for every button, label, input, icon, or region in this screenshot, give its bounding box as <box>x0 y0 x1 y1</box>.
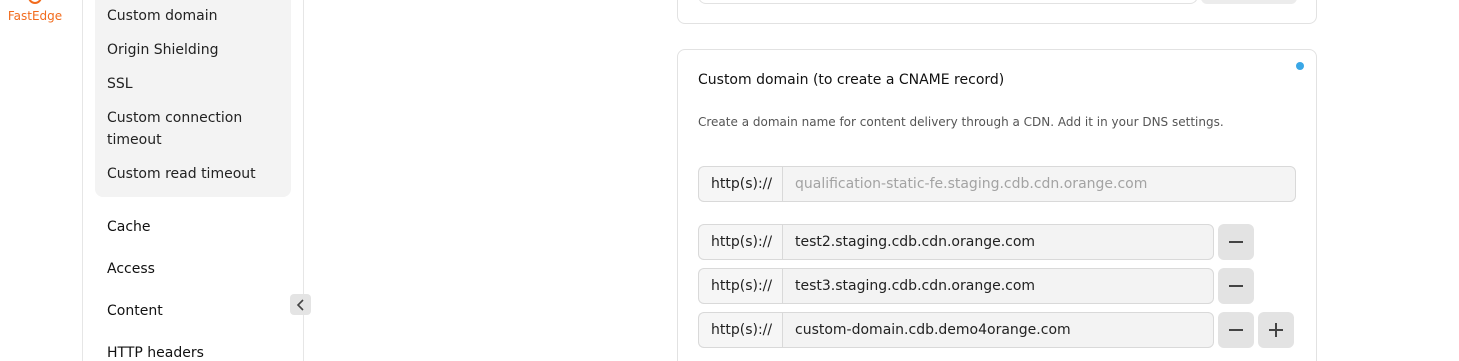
domain-input[interactable]: custom-domain.cdb.demo4orange.com <box>782 312 1214 348</box>
fastedge-icon[interactable] <box>28 0 42 4</box>
custom-domain-card: Custom domain (to create a CNAME record)… <box>677 49 1317 361</box>
status-dot <box>1296 62 1304 70</box>
remove-domain-button[interactable] <box>1218 224 1254 260</box>
card-description: Create a domain name for content deliver… <box>698 115 1224 129</box>
protocol-prefix: http(s):// <box>698 224 782 260</box>
domain-row: http(s):// test2.staging.cdb.cdn.orange.… <box>698 224 1214 260</box>
fastedge-label[interactable]: FastEdge <box>0 9 70 23</box>
app-rail: FastEdge <box>0 0 82 361</box>
protocol-prefix: http(s):// <box>698 166 782 202</box>
remove-domain-button[interactable] <box>1218 268 1254 304</box>
plus-icon <box>1269 323 1283 337</box>
nav-item-access[interactable]: Access <box>107 261 155 277</box>
chevron-left-icon <box>296 298 304 311</box>
nav-item-http-headers[interactable]: HTTP headers <box>107 345 204 361</box>
nav-item-origin-shielding[interactable]: Origin Shielding <box>107 39 218 61</box>
protocol-prefix: http(s):// <box>698 312 782 348</box>
domain-input[interactable]: test3.staging.cdb.cdn.orange.com <box>782 268 1214 304</box>
nav-item-cache[interactable]: Cache <box>107 219 151 235</box>
previous-input[interactable] <box>698 0 1198 4</box>
domain-row: http(s):// custom-domain.cdb.demo4orange… <box>698 312 1214 348</box>
nav-item-custom-domain[interactable]: Custom domain <box>107 5 218 27</box>
nav-item-custom-read-timeout[interactable]: Custom read timeout <box>107 163 256 185</box>
settings-nav: Custom domain Origin Shielding SSL Custo… <box>82 0 304 361</box>
domain-row: http(s):// test3.staging.cdb.cdn.orange.… <box>698 268 1214 304</box>
minus-icon <box>1229 329 1243 331</box>
previous-card <box>677 0 1317 24</box>
add-domain-button[interactable] <box>1258 312 1294 348</box>
minus-icon <box>1229 241 1243 243</box>
general-subgroup: Custom domain Origin Shielding SSL Custo… <box>95 0 291 197</box>
card-title: Custom domain (to create a CNAME record) <box>698 72 1005 88</box>
nav-item-ssl[interactable]: SSL <box>107 73 133 95</box>
previous-button[interactable] <box>1201 0 1297 4</box>
primary-domain-row: http(s):// qualification-static-fe.stagi… <box>698 166 1296 202</box>
minus-icon <box>1229 285 1243 287</box>
nav-item-content[interactable]: Content <box>107 303 163 319</box>
domain-input[interactable]: test2.staging.cdb.cdn.orange.com <box>782 224 1214 260</box>
primary-domain-input[interactable]: qualification-static-fe.staging.cdb.cdn.… <box>782 166 1296 202</box>
nav-item-custom-connection-timeout[interactable]: Custom connection timeout <box>107 107 257 151</box>
remove-domain-button[interactable] <box>1218 312 1254 348</box>
collapse-sidebar-button[interactable] <box>290 294 311 315</box>
protocol-prefix: http(s):// <box>698 268 782 304</box>
